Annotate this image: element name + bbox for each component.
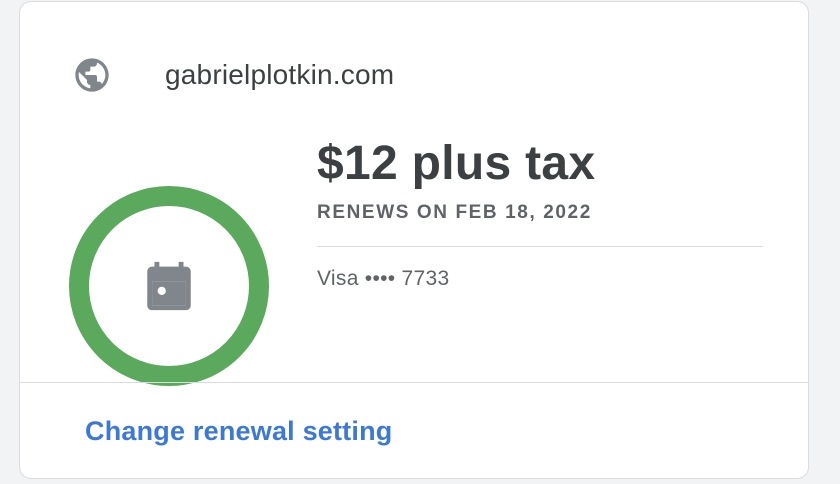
calendar-icon	[147, 261, 191, 311]
price-label: $12 plus tax	[317, 137, 596, 190]
renewal-status-ring	[69, 186, 269, 386]
payment-method: Visa •••• 7733	[317, 267, 450, 290]
subscription-info: $12 plus tax RENEWS ON FEB 18, 2022 Visa…	[317, 136, 763, 291]
domain-renewal-card: gabrielplotkin.com $12 plus tax RENEWS O…	[19, 1, 809, 479]
domain-header: gabrielplotkin.com	[72, 55, 394, 95]
globe-icon	[75, 58, 109, 92]
renewal-date: RENEWS ON FEB 18, 2022	[317, 202, 592, 223]
info-divider	[317, 246, 763, 247]
domain-name: gabrielplotkin.com	[165, 59, 395, 90]
footer-divider	[20, 382, 808, 383]
change-renewal-setting-link[interactable]: Change renewal setting	[85, 416, 392, 447]
